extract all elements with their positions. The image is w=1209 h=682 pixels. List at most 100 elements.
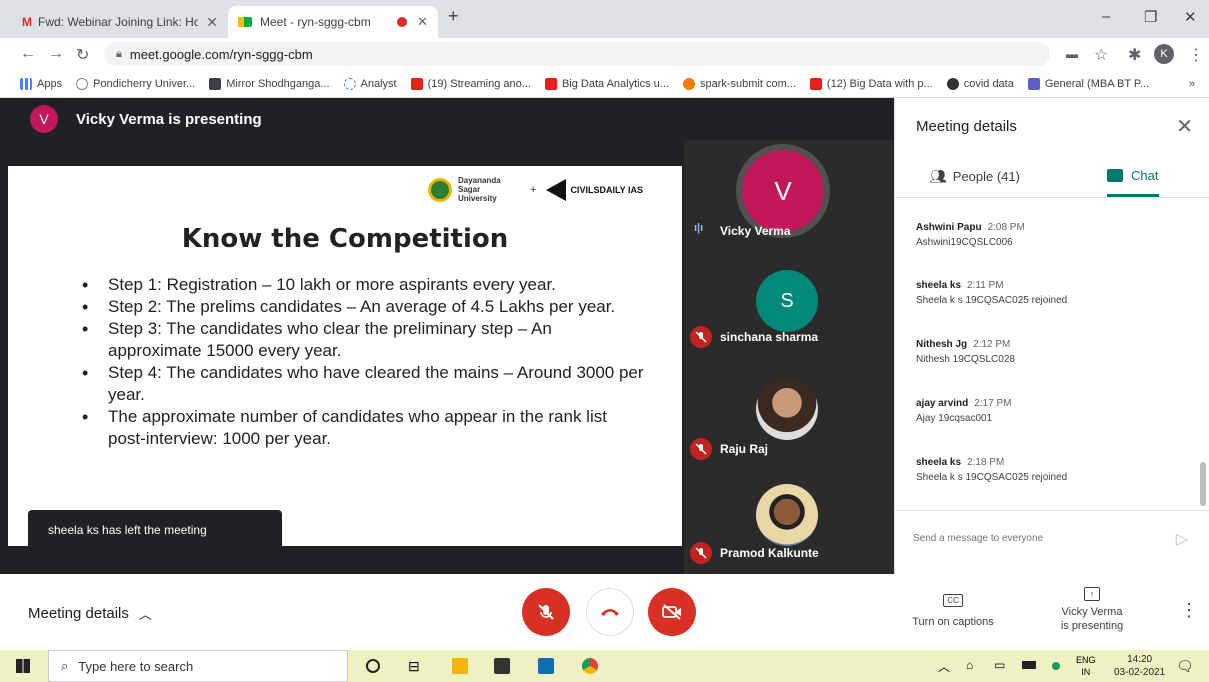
chat-message: Ashwini Papu 2:08 PM Ashwini19CQSLC006 <box>916 222 1025 248</box>
minimize-button[interactable]: – <box>1102 8 1110 25</box>
mic-off-icon <box>690 326 712 348</box>
participant-tile[interactable]: V ı|ı Vicky Verma <box>684 140 894 248</box>
participant-photo <box>756 484 818 546</box>
hang-up-icon <box>601 609 619 616</box>
globe-icon <box>76 77 89 90</box>
chat-message-input[interactable] <box>913 533 1153 544</box>
tab-title: Fwd: Webinar Joining Link: How t <box>38 15 198 29</box>
chat-message: sheela ks 2:18 PM Sheela k s 19CQSAC025 r… <box>916 457 1068 483</box>
profile-avatar[interactable]: K <box>1154 44 1174 64</box>
battery-icon[interactable] <box>1022 661 1036 669</box>
mic-off-icon <box>690 542 712 564</box>
monitor-icon[interactable]: ▭ <box>994 658 1005 672</box>
participant-tile[interactable]: Pramod Kalkunte <box>684 464 894 572</box>
chat-message: Nithesh Jg 2:12 PM Nithesh 19CQSLC028 <box>916 339 1015 365</box>
bookmark-covid[interactable]: covid data <box>946 77 1014 90</box>
chat-scrollbar[interactable] <box>1200 462 1206 506</box>
bookmark-spark[interactable]: spark-submit com... <box>682 77 796 90</box>
youtube-icon <box>410 77 423 90</box>
youtube-icon <box>809 77 822 90</box>
youtube-icon <box>544 77 557 90</box>
d-icon <box>209 77 222 90</box>
teams-icon <box>1027 77 1040 90</box>
bookmarks-overflow-icon[interactable]: » <box>1189 78 1195 90</box>
network-icon[interactable]: ⌂ <box>966 658 973 672</box>
chat-icon <box>1107 169 1123 182</box>
forward-icon[interactable]: → <box>48 45 64 63</box>
send-icon[interactable]: ▷ <box>1176 529 1188 549</box>
restore-button[interactable]: ❐ <box>1144 8 1157 26</box>
window-close-button[interactable]: ✕ <box>1184 8 1197 26</box>
cast-icon[interactable]: ▬ <box>1066 47 1078 61</box>
task-view-icon[interactable]: ⊟ <box>408 658 424 674</box>
browser-tab-bar: M Fwd: Webinar Joining Link: How t ✕ Mee… <box>0 0 1209 38</box>
bookmark-analyst[interactable]: Analyst <box>343 77 397 90</box>
bookmark-shodhganga[interactable]: Mirror Shodhganga... <box>209 77 330 90</box>
url-field[interactable]: 🔒︎ meet.google.com/ryn-sggg-cbm <box>104 42 1050 66</box>
tab-people[interactable]: 👥︎ People (41) <box>929 168 1020 185</box>
taskbar-search[interactable]: ⌕ Type here to search <box>48 650 348 682</box>
mic-off-icon <box>538 604 554 620</box>
tab-meet[interactable]: Meet - ryn-sggg-cbm ✕ <box>228 6 438 38</box>
presenter-avatar: V <box>30 105 58 133</box>
participant-avatar: S <box>756 270 818 332</box>
gmail-icon: M <box>22 15 32 29</box>
participant-tiles: V ı|ı Vicky Verma S sinchana sharma Raju… <box>684 140 894 574</box>
language-indicator[interactable]: ENG IN <box>1076 654 1096 678</box>
participant-avatar: V <box>742 150 824 232</box>
slide-bullet: The approximate number of candidates who… <box>78 406 648 450</box>
back-icon[interactable]: ← <box>20 45 36 63</box>
url-text: meet.google.com/ryn-sggg-cbm <box>129 46 313 62</box>
cortana-icon[interactable] <box>366 659 380 673</box>
bookmark-general[interactable]: General (MBA BT P... <box>1027 77 1149 90</box>
presenting-status-button[interactable]: ↑ Vicky Verma is presenting <box>1046 584 1138 632</box>
civilsdaily-name: CIVILSDAILY IAS <box>570 184 643 195</box>
camera-toggle-button[interactable] <box>648 588 696 636</box>
slide-bullet-list: Step 1: Registration – 10 lakh or more a… <box>78 274 648 450</box>
camera-off-icon <box>662 604 681 620</box>
status-dot-icon <box>1052 662 1060 670</box>
tray-chevron-icon[interactable]: ︿ <box>938 658 950 675</box>
captions-button[interactable]: CC Turn on captions <box>900 590 1006 628</box>
bookmark-apps[interactable]: Apps <box>20 77 62 90</box>
lock-icon: 🔒︎ <box>116 47 122 60</box>
participant-name: Pramod Kalkunte <box>720 546 819 560</box>
participant-tile[interactable]: Raju Raj <box>684 356 894 464</box>
close-icon[interactable]: ✕ <box>206 14 218 31</box>
star-icon <box>343 77 356 90</box>
menu-dots-icon[interactable]: ⋮ <box>1188 45 1204 65</box>
bookmark-streaming[interactable]: (19) Streaming ano... <box>410 77 531 90</box>
bookmark-bigdata-python[interactable]: (12) Big Data with p... <box>809 77 933 90</box>
file-explorer-icon[interactable] <box>452 658 468 674</box>
meeting-details-button[interactable]: Meeting details ︿ <box>28 604 152 623</box>
more-options-icon[interactable]: ⋮ <box>1180 600 1198 621</box>
reload-icon[interactable]: ↻ <box>76 45 89 65</box>
bookmark-pondicherry[interactable]: Pondicherry Univer... <box>76 77 195 90</box>
taskbar-clock[interactable]: 14:20 03-02-2021 <box>1114 653 1165 679</box>
leave-call-button[interactable] <box>586 588 634 636</box>
participant-name: Vicky Verma <box>720 224 791 238</box>
outlook-icon[interactable] <box>538 658 554 674</box>
chat-compose: ▷ <box>895 510 1209 574</box>
bookmark-bigdata[interactable]: Big Data Analytics u... <box>544 77 669 90</box>
participant-name: Raju Raj <box>720 442 769 456</box>
present-icon: ↑ <box>1084 587 1100 601</box>
new-tab-button[interactable]: + <box>448 6 459 27</box>
mic-toggle-button[interactable] <box>522 588 570 636</box>
tab-chat[interactable]: Chat <box>1107 168 1158 183</box>
extensions-icon[interactable]: ✱ <box>1128 45 1141 65</box>
close-icon[interactable]: ✕ <box>1176 114 1193 139</box>
notification-icon[interactable]: 🗨︎ <box>1176 658 1194 675</box>
bookmark-star-icon[interactable]: ☆ <box>1094 45 1108 65</box>
store-icon[interactable] <box>494 658 510 674</box>
chrome-icon[interactable] <box>582 658 598 674</box>
speaking-icon: ı|ı <box>694 222 704 234</box>
participant-tile[interactable]: S sinchana sharma <box>684 248 894 356</box>
slide-bullet: Step 3: The candidates who clear the pre… <box>78 318 648 362</box>
civilsdaily-logo-icon <box>546 178 567 201</box>
close-icon[interactable]: ✕ <box>417 14 428 30</box>
windows-start-icon[interactable] <box>16 659 30 673</box>
meeting-details-panel: Meeting details ✕ 👥︎ People (41) Chat As… <box>894 98 1209 574</box>
tab-gmail[interactable]: M Fwd: Webinar Joining Link: How t ✕ <box>12 6 228 38</box>
divider <box>895 197 1209 198</box>
